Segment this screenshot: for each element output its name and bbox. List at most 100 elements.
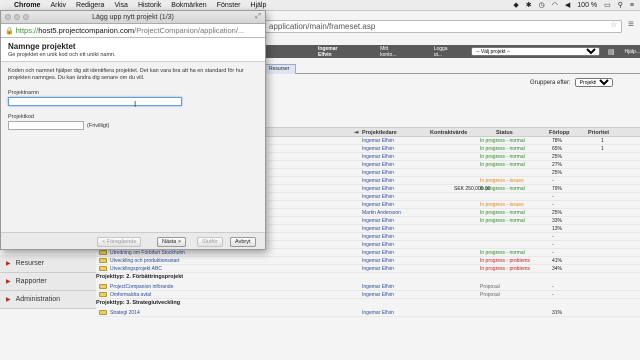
project-lead[interactable]: Ingemar Elfvin (362, 178, 394, 184)
project-name[interactable]: ProjectCompanion införande (110, 284, 173, 290)
logout-link[interactable]: Logga ut... (434, 46, 457, 58)
project-code-input[interactable] (8, 121, 84, 130)
wizard-title-bar[interactable]: Lägg upp nytt projekt (1/3) ⤢ (1, 11, 265, 24)
project-name[interactable]: Utveckling och produktionsstart (110, 258, 179, 264)
table-row[interactable]: Utveckling och produktionsstart Ingemar E… (96, 257, 640, 265)
cancel-button[interactable]: Avbryt (230, 237, 256, 247)
project-lead[interactable]: Ingemar Elfvin (362, 234, 394, 240)
menu-fonster[interactable]: Fönster (217, 2, 241, 9)
arrow-right-icon: ▶ (6, 297, 11, 303)
project-progress: 27% (552, 162, 563, 168)
search-icon[interactable]: ⚲ (618, 1, 623, 9)
project-progress: 41% (552, 258, 563, 264)
project-lead[interactable]: Ingemar Elfvin (362, 292, 394, 298)
project-lead[interactable]: Ingemar Elfvin (362, 310, 394, 316)
project-lead[interactable]: Ingemar Elfvin (362, 266, 394, 272)
url-host: host5.projectcompanion.com (38, 26, 135, 35)
menu-redigera[interactable]: Redigera (76, 2, 104, 9)
folder-icon (99, 258, 107, 263)
project-lead[interactable]: Ingemar Elfvin (362, 154, 394, 160)
dropbox-icon[interactable]: ◆ (513, 1, 518, 9)
menu-bokmarken[interactable]: Bokmärken (171, 2, 206, 9)
print-icon[interactable]: ▤ (608, 48, 615, 56)
project-lead[interactable]: Ingemar Elfvin (362, 250, 394, 256)
minimize-window-button[interactable] (14, 14, 20, 20)
header-progress[interactable]: Förlopp (549, 130, 569, 136)
project-lead[interactable]: Ingemar Elfvin (362, 218, 394, 224)
notification-icon[interactable]: ≡ (630, 2, 634, 9)
project-name-input[interactable] (8, 97, 182, 106)
wifi-icon[interactable]: ◠ (552, 1, 558, 9)
table-row[interactable]: Strategi 2014 Ingemar Elfvin 31% (96, 309, 640, 317)
table-row[interactable]: ProjectCompanion införande Ingemar Elfvin… (96, 283, 640, 291)
sidebar-item-resurser[interactable]: ▶ Resurser (0, 255, 96, 273)
project-name[interactable]: Utvecklingsprojekt ABC (110, 266, 162, 272)
project-lead[interactable]: Ingemar Elfvin (362, 138, 394, 144)
menu-extras: ◆ ✱ ◷ ◠ ◀ 100 % ▭ ⚲ ≡ (513, 1, 640, 10)
optional-hint: (Frivilligt) (87, 122, 110, 129)
sidebar-item-administration[interactable]: ▶ Administration (0, 291, 96, 309)
menu-app-chrome[interactable]: Chrome (14, 2, 40, 9)
project-name[interactable]: Utredning om Förbifart Stockholm (110, 250, 185, 256)
browser-menu-icon[interactable]: ≡ (628, 19, 634, 30)
menu-hjalp[interactable]: Hjälp (250, 2, 266, 9)
project-lead[interactable]: Ingemar Elfvin (362, 226, 394, 232)
window-controls (5, 14, 29, 20)
folder-icon (99, 292, 107, 297)
project-progress: - (552, 194, 554, 200)
project-progress: 25% (552, 170, 563, 176)
project-lead[interactable]: Ingemar Elfvin (362, 146, 394, 152)
volume-icon[interactable]: ◀ (565, 1, 570, 9)
header-status[interactable]: Status (496, 130, 513, 136)
menu-arkiv[interactable]: Arkiv (50, 2, 66, 9)
project-lead[interactable]: Ingemar Elfvin (362, 242, 394, 248)
project-lead[interactable]: Ingemar Elfvin (362, 258, 394, 264)
my-account-link[interactable]: Mitt konto... (380, 46, 406, 58)
menu-visa[interactable]: Visa (114, 2, 128, 9)
next-button[interactable]: Nästa > (157, 237, 187, 247)
header-lead[interactable]: Projektledare (362, 130, 397, 136)
header-priority[interactable]: Prioritet (588, 130, 609, 136)
close-window-button[interactable] (5, 14, 11, 20)
fullscreen-icon[interactable]: ⤢ (255, 13, 261, 21)
table-row[interactable]: Utvecklingsprojekt ABC Ingemar Elfvin In p… (96, 265, 640, 273)
table-header: ⇥ Projektledare Kontraktvärde Status För… (262, 127, 640, 137)
sidebar-item-rapporter[interactable]: ▶ Rapporter (0, 273, 96, 291)
address-bar[interactable]: application/main/frameset.asp (262, 20, 622, 33)
project-priority: 1 (601, 146, 604, 152)
group-header[interactable]: Projekttyp: 3. Strategiutveckling (96, 300, 640, 309)
wizard-url-bar[interactable]: 🔒 https://host5.projectcompanion.com/Proj… (1, 24, 265, 38)
menu-historik[interactable]: Historik (138, 2, 161, 9)
group-header[interactable]: Projekttyp: 2. Förbättringsprojekt (96, 274, 640, 283)
project-lead[interactable]: Ingemar Elfvin (362, 194, 394, 200)
help-link[interactable]: Hjälp... (624, 49, 640, 55)
previous-button[interactable]: < Föregående (97, 237, 142, 247)
bluetooth-icon[interactable]: ✱ (526, 1, 532, 9)
project-lead[interactable]: Ingemar Elfvin (362, 284, 394, 290)
battery-icon[interactable]: ▭ (604, 1, 611, 9)
url-scheme: https:// (15, 26, 39, 35)
project-contract-value: SEK 250,000.00 (454, 186, 491, 192)
project-lead[interactable]: Ingemar Elfvin (362, 162, 394, 168)
header-contract[interactable]: Kontraktvärde (430, 130, 467, 136)
project-priority: 1 (601, 138, 604, 144)
finish-button[interactable]: Slutför (197, 237, 223, 247)
table-row[interactable]: Utredning om Förbifart Stockholm Ingemar … (96, 249, 640, 257)
bookmark-star-icon[interactable]: ☆ (610, 20, 617, 29)
group-by-select[interactable]: Projekttyp (574, 78, 613, 87)
project-status: In progress - issues (480, 202, 524, 208)
zoom-window-button[interactable] (23, 14, 29, 20)
project-lead[interactable]: Ingemar Elfvin (362, 170, 394, 176)
tab-resurser[interactable]: Resurser (262, 64, 297, 74)
project-progress: 13% (552, 226, 563, 232)
project-name[interactable]: Strategi 2014 (110, 310, 140, 316)
project-lead[interactable]: Ingemar Elfvin (362, 202, 394, 208)
table-row[interactable]: Omformaldra avtal Ingemar Elfvin Proposal - (96, 291, 640, 299)
project-name[interactable]: Omformaldra avtal (110, 292, 151, 298)
project-select[interactable]: -- Välj projekt -- (471, 47, 600, 56)
project-lead[interactable]: Martin Andersson (362, 210, 401, 216)
project-code-label: Projektkod (8, 114, 34, 120)
sort-icon[interactable]: ⇥ (354, 130, 359, 136)
timemachine-icon[interactable]: ◷ (539, 1, 545, 9)
project-lead[interactable]: Ingemar Elfvin (362, 186, 394, 192)
